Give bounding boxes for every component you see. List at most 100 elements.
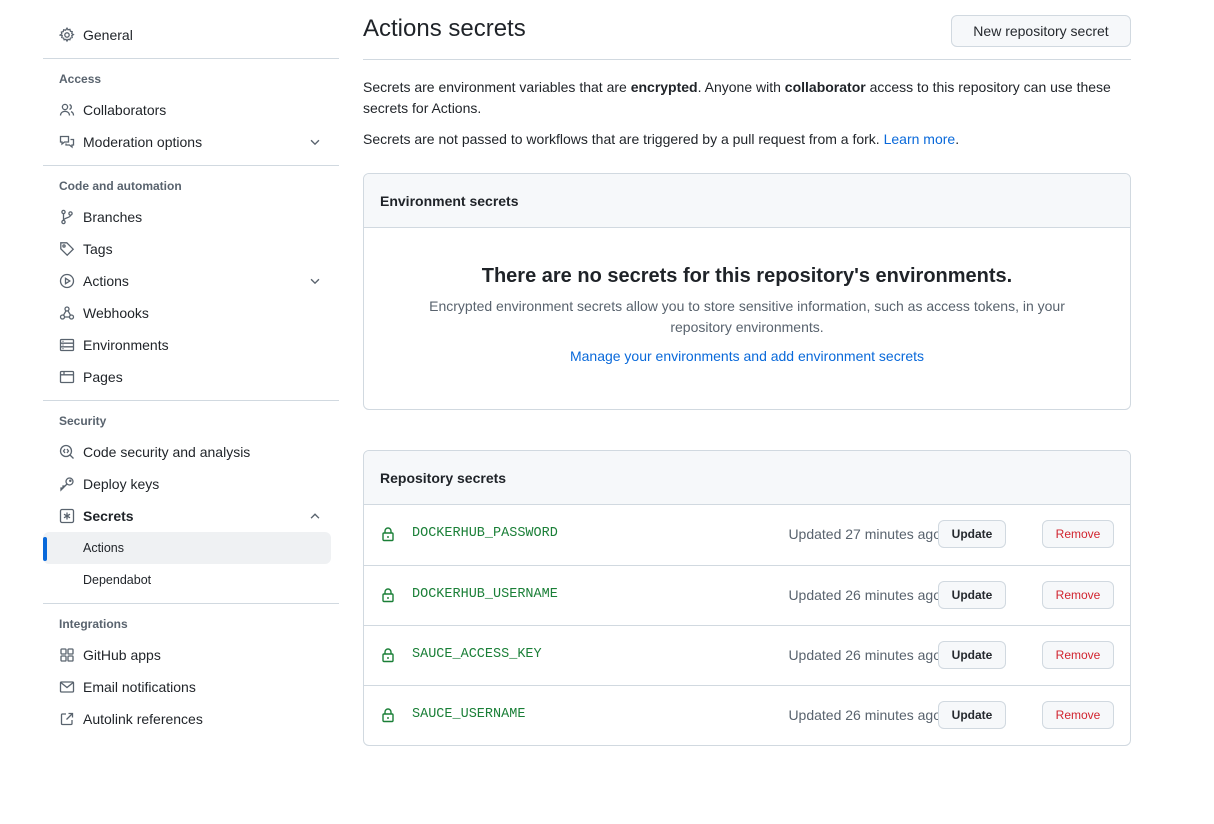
lock-icon	[382, 708, 394, 723]
lock-icon	[382, 648, 394, 663]
sidebar-item-label: Moderation options	[83, 134, 203, 150]
sidebar-item-general[interactable]: General	[43, 19, 339, 51]
repository-secrets-box: Repository secrets DOCKERHUB_PASSWORD Up…	[363, 450, 1131, 746]
apps-icon	[60, 648, 74, 662]
sidebar-subitem-secrets-dependabot[interactable]: Dependabot	[43, 564, 331, 596]
secret-name: DOCKERHUB_USERNAME	[412, 587, 558, 602]
fork-note-text: Secrets are not passed to workflows that…	[363, 131, 884, 147]
secret-updated-time: Updated 26 minutes ago	[788, 587, 941, 603]
sidebar-item-label: Webhooks	[83, 305, 149, 321]
sidebar-subitem-secrets-actions[interactable]: Actions	[43, 532, 331, 564]
key-icon	[60, 477, 74, 492]
sidebar-item-label: GitHub apps	[83, 647, 161, 663]
blankslate-title: There are no secrets for this repository…	[481, 265, 1013, 287]
desc-text: . Anyone with	[697, 79, 785, 95]
chevron-up-icon[interactable]	[308, 509, 322, 523]
group-label-access: Access	[59, 72, 102, 86]
sidebar-item-label: Code security and analysis	[83, 444, 251, 460]
group-label-code-automation: Code and automation	[59, 179, 182, 193]
sidebar-item-branches[interactable]: Branches	[43, 201, 339, 233]
secret-name: SAUCE_ACCESS_KEY	[412, 647, 542, 662]
sidebar-item-label: General	[83, 27, 133, 43]
sidebar-item-label: Dependabot	[83, 573, 152, 587]
remove-secret-button[interactable]: Remove	[1042, 701, 1114, 729]
git-branch-icon	[61, 209, 73, 225]
codescan-icon	[59, 444, 74, 459]
environment-secrets-header: Environment secrets	[364, 174, 1130, 228]
link-external-icon	[60, 712, 74, 726]
people-icon	[59, 103, 75, 116]
fork-note: Secrets are not passed to workflows that…	[363, 129, 1131, 150]
page-title: Actions secrets	[363, 15, 526, 42]
gear-icon	[59, 27, 75, 43]
new-repository-secret-button[interactable]: New repository secret	[951, 15, 1131, 47]
sidebar-item-label: Environments	[83, 337, 169, 353]
play-icon	[59, 273, 75, 289]
sidebar-item-webhooks[interactable]: Webhooks	[43, 297, 339, 329]
chevron-down-icon[interactable]	[308, 135, 322, 149]
sidebar-item-label: Pages	[83, 369, 123, 385]
sidebar-item-pages[interactable]: Pages	[43, 361, 339, 393]
chevron-down-icon[interactable]	[308, 274, 322, 288]
update-secret-button[interactable]: Update	[938, 520, 1006, 548]
page-header: Actions secrets New repository secret	[363, 12, 1131, 60]
comment-discussion-icon	[59, 135, 75, 149]
sidebar-item-deploy-keys[interactable]: Deploy keys	[43, 468, 339, 500]
desc-text: Secrets are environment variables that a…	[363, 79, 631, 95]
key-asterisk-icon	[59, 508, 75, 524]
secret-updated-time: Updated 27 minutes ago	[788, 526, 941, 542]
sidebar-item-label: Collaborators	[83, 102, 167, 118]
sidebar-item-code-security[interactable]: Code security and analysis	[43, 436, 339, 468]
sidebar-item-label: Tags	[83, 241, 113, 257]
manage-environments-link[interactable]: Manage your environments and add environ…	[570, 348, 924, 364]
secrets-list: DOCKERHUB_PASSWORD Updated 27 minutes ag…	[364, 505, 1130, 745]
secret-name: SAUCE_USERNAME	[412, 707, 526, 722]
sidebar-item-moderation[interactable]: Moderation options	[43, 126, 339, 158]
browser-icon	[59, 370, 75, 384]
sidebar-item-actions[interactable]: Actions	[43, 265, 339, 297]
divider	[43, 400, 339, 401]
sidebar-item-label: Email notifications	[83, 679, 196, 695]
update-secret-button[interactable]: Update	[938, 581, 1006, 609]
secrets-description: Secrets are environment variables that a…	[363, 77, 1131, 119]
group-label-security: Security	[59, 414, 107, 428]
remove-secret-button[interactable]: Remove	[1042, 641, 1114, 669]
sidebar-item-label: Actions	[83, 273, 129, 289]
sidebar-item-autolink-references[interactable]: Autolink references	[43, 703, 339, 735]
sidebar-item-environments[interactable]: Environments	[43, 329, 339, 361]
tag-icon	[60, 242, 75, 257]
settings-sidebar: General Access Collaborators Moderation …	[43, 19, 339, 735]
divider	[43, 58, 339, 59]
group-label-integrations: Integrations	[59, 617, 128, 631]
secret-row: SAUCE_USERNAME Updated 26 minutes ago Up…	[364, 685, 1130, 745]
remove-secret-button[interactable]: Remove	[1042, 581, 1114, 609]
divider	[43, 603, 339, 604]
sidebar-item-collaborators[interactable]: Collaborators	[43, 94, 339, 126]
update-secret-button[interactable]: Update	[938, 701, 1006, 729]
secret-updated-time: Updated 26 minutes ago	[788, 647, 941, 663]
sidebar-item-tags[interactable]: Tags	[43, 233, 339, 265]
secret-row: DOCKERHUB_USERNAME Updated 26 minutes ag…	[364, 565, 1130, 625]
server-icon	[59, 338, 75, 352]
sidebar-item-label: Branches	[83, 209, 143, 225]
sidebar-item-email-notifications[interactable]: Email notifications	[43, 671, 339, 703]
secret-row: SAUCE_ACCESS_KEY Updated 26 minutes ago …	[364, 625, 1130, 685]
blankslate-description: Encrypted environment secrets allow you …	[429, 298, 1065, 335]
secret-updated-time: Updated 26 minutes ago	[788, 707, 941, 723]
webhook-icon	[59, 306, 75, 320]
remove-secret-button[interactable]: Remove	[1042, 520, 1114, 548]
learn-more-link[interactable]: Learn more	[884, 131, 956, 147]
sidebar-item-label: Deploy keys	[83, 476, 160, 492]
environment-secrets-blankslate: There are no secrets for this repository…	[364, 228, 1130, 364]
main-content: Actions secrets New repository secret Se…	[363, 12, 1131, 746]
fork-note-end: .	[955, 131, 960, 147]
environment-secrets-box: Environment secrets There are no secrets…	[363, 173, 1131, 410]
secret-row: DOCKERHUB_PASSWORD Updated 27 minutes ag…	[364, 505, 1130, 565]
sidebar-item-label: Autolink references	[83, 711, 203, 727]
sidebar-item-github-apps[interactable]: GitHub apps	[43, 639, 339, 671]
sidebar-item-secrets[interactable]: Secrets	[43, 500, 339, 532]
divider	[43, 165, 339, 166]
update-secret-button[interactable]: Update	[938, 641, 1006, 669]
mail-icon	[59, 681, 75, 693]
desc-bold-encrypted: encrypted	[630, 79, 698, 95]
